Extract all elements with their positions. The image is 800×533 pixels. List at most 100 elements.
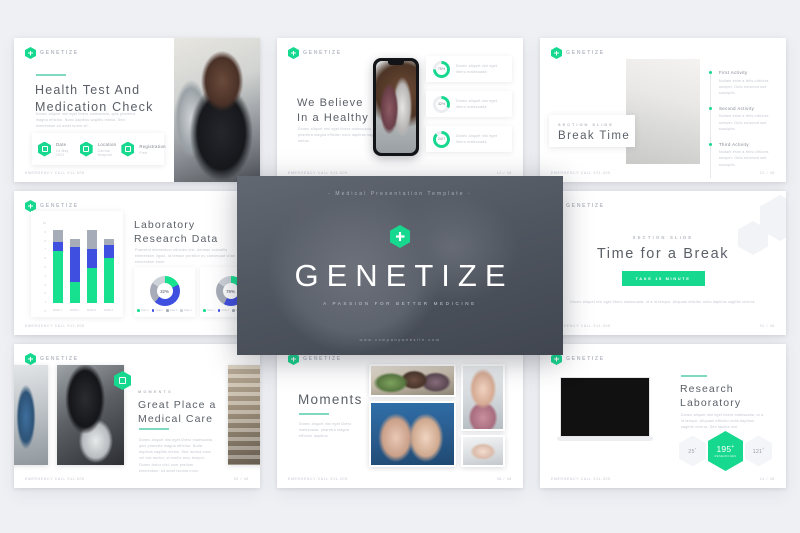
stat-hexagon-highlight: 195+ RESEARCHES — [708, 431, 743, 471]
y-tick: 2 — [44, 291, 46, 296]
section-body: Donec aliquet nisi eget libero malesuada… — [570, 300, 756, 304]
fact-card: Date 14 May 2021 Location Central Hospit… — [32, 133, 166, 165]
slide-title: Moments — [298, 392, 363, 407]
cover-eyebrow: - Medical Presentation Template - — [328, 191, 472, 197]
bar-segment-data3 — [52, 229, 63, 242]
slide-eyebrow: MOMENTS — [138, 390, 173, 394]
laptop-screen-photo — [560, 377, 650, 437]
brand-name: GENETIZE — [566, 50, 605, 56]
slide-body: Donec aliquet nisi eget libero malesuada… — [139, 438, 214, 473]
phone-notch — [388, 61, 404, 65]
laptop-mockup — [557, 377, 653, 441]
slide-body: Donec aliquet nisi eget libero malesuada… — [298, 127, 381, 144]
smartphone-mockup — [373, 58, 419, 156]
progress-donut: 32% — [433, 95, 450, 113]
slide-break-time[interactable]: GENETIZE SECTION SLIDE Break Time First … — [540, 38, 786, 182]
cover-title: GENETIZE — [294, 258, 514, 293]
slide-footer-right: 41 / 46 — [759, 477, 775, 481]
bar-segment-data3 — [103, 238, 114, 246]
y-tick: 3 — [44, 282, 46, 287]
brand-name: GENETIZE — [303, 50, 342, 56]
brand-logo: GENETIZE — [25, 47, 79, 59]
legend-item: Data 4 — [180, 309, 192, 312]
legend-item: Data 1 — [203, 309, 215, 312]
slide-footer-left: EMERGENCY CALL 911-005 — [551, 171, 611, 175]
slide-photo — [461, 435, 505, 467]
fact-label: Registration — [139, 143, 166, 149]
donut-chart-card: 32% Data 1 Data 2 Data 3 Data 4 — [134, 267, 195, 317]
bar-segment-data2 — [86, 248, 97, 268]
slide-photo — [369, 401, 456, 467]
slide-time-for-a-break[interactable]: GENETIZE SECTION SLIDE Time for a Break … — [540, 191, 786, 335]
slide-body: Praesent elementum ultricies nisl. Aenea… — [135, 248, 237, 265]
slide-footer-left: EMERGENCY CALL 911-005 — [25, 324, 85, 328]
section-eyebrow: SECTION SLIDE — [632, 235, 694, 240]
slide-photo — [369, 364, 456, 397]
slide-great-place[interactable]: GENETIZE MOMENTS Great Place a Medical C… — [14, 344, 260, 488]
stat-card: 32% Donec aliquet nisi eget libero males… — [426, 91, 512, 117]
y-tick: 5 — [44, 264, 46, 269]
title-rule — [681, 375, 707, 377]
fact-value: Free — [139, 150, 148, 155]
x-tick: DATA 4 — [104, 309, 113, 312]
hexagon-medical-cross-icon — [25, 47, 36, 59]
slide-health-test[interactable]: GENETIZE Health Test And Medication Chec… — [14, 38, 260, 182]
slide-footer-right: 31 / 46 — [759, 324, 775, 328]
registration-icon — [121, 141, 135, 157]
section-title: Time for a Break — [596, 246, 730, 262]
cover-slide-overlay[interactable]: - Medical Presentation Template - GENETI… — [237, 176, 563, 355]
brand-logo: GENETIZE — [25, 353, 79, 365]
slide-footer-left: EMERGENCY CALL 911-005 — [25, 477, 85, 481]
stat-card: 24/7 Donec aliquet nisi eget libero male… — [426, 126, 512, 152]
bar-segment-data1 — [69, 282, 80, 303]
slide-photo — [57, 365, 124, 465]
slide-photo — [228, 365, 260, 465]
title-rule — [36, 74, 66, 76]
cover-content: - Medical Presentation Template - GENETI… — [237, 176, 563, 355]
timeline-item: Third Activity Nullam enim a felis ultri… — [708, 142, 782, 168]
slide-title: Research Laboratory — [680, 383, 742, 410]
chart-legend: Data 1 Data 2 Data 3 Data 4 — [134, 309, 195, 312]
y-tick: 4 — [44, 273, 46, 278]
timeline-item: Second Activity Nullam enim a felis ultr… — [708, 106, 782, 132]
title-rule — [299, 413, 329, 415]
slide-body: Donec aliquet nisi eget libero malesuada… — [681, 413, 764, 430]
fact-registration: Registration Free — [139, 143, 166, 155]
progress-value: 32% — [437, 102, 446, 106]
slide-laboratory-research-data[interactable]: GENETIZE 10 9 8 7 6 5 4 3 2 1 0 DATA 1 D… — [14, 191, 260, 335]
timeline-body: Nullam enim a felis ultricies semper. Od… — [719, 114, 769, 131]
slide-moments[interactable]: GENETIZE Moments Donec aliquet nisi eget… — [277, 344, 523, 488]
x-tick: DATA 1 — [53, 309, 62, 312]
timeline-dot-icon — [708, 106, 712, 110]
progress-value: 24/7 — [437, 137, 446, 141]
stat-card: 75% Donec aliquet nisi eget libero males… — [426, 56, 512, 82]
slide-footer-left: EMERGENCY CALL 911-005 — [288, 477, 348, 481]
slide-research-laboratory[interactable]: GENETIZE Research Laboratory Donec aliqu… — [540, 344, 786, 488]
bar-segment-data2 — [52, 241, 63, 251]
slide-we-believe[interactable]: GENETIZE We Believe In a Healthy Donec a… — [277, 38, 523, 182]
stat-value: 121+ — [752, 447, 765, 455]
stat-caption: RESEARCHES — [714, 455, 737, 458]
progress-value: 75% — [437, 67, 446, 71]
bar-segment-data3 — [69, 238, 80, 248]
activity-timeline: First Activity Nullam enim a felis ultri… — [708, 70, 782, 178]
take-break-button[interactable]: TAKE 15 MINUTE — [621, 271, 705, 286]
slide-title: We Believe In a Healthy — [297, 97, 369, 124]
x-tick: DATA 3 — [87, 309, 96, 312]
laptop-base — [557, 437, 653, 441]
stat-value: 195+ — [716, 444, 735, 454]
section-title-band: SECTION SLIDE Break Time — [549, 115, 635, 147]
y-tick: 0 — [44, 308, 46, 313]
y-tick: 10 — [42, 221, 46, 225]
section-eyebrow: SECTION SLIDE — [558, 122, 614, 127]
slide-title: Great Place a Medical Care — [138, 399, 217, 426]
brand-name: GENETIZE — [40, 50, 79, 56]
section-content: SECTION SLIDE Time for a Break TAKE 15 M… — [540, 235, 786, 305]
bar-stack — [103, 238, 114, 303]
cover-subtitle: A PASSION FOR BETTER MEDICINE — [323, 301, 477, 306]
slide-body: Donec aliquet nisi eget libero malesuada… — [36, 112, 136, 129]
stat-hexagon-group: 25+ 195+ RESEARCHES 121+ — [679, 431, 772, 471]
slide-footer-right: 12 / 46 — [496, 171, 512, 175]
hexagon-medical-cross-icon — [288, 47, 299, 59]
donut-chart: 32% — [149, 276, 180, 306]
